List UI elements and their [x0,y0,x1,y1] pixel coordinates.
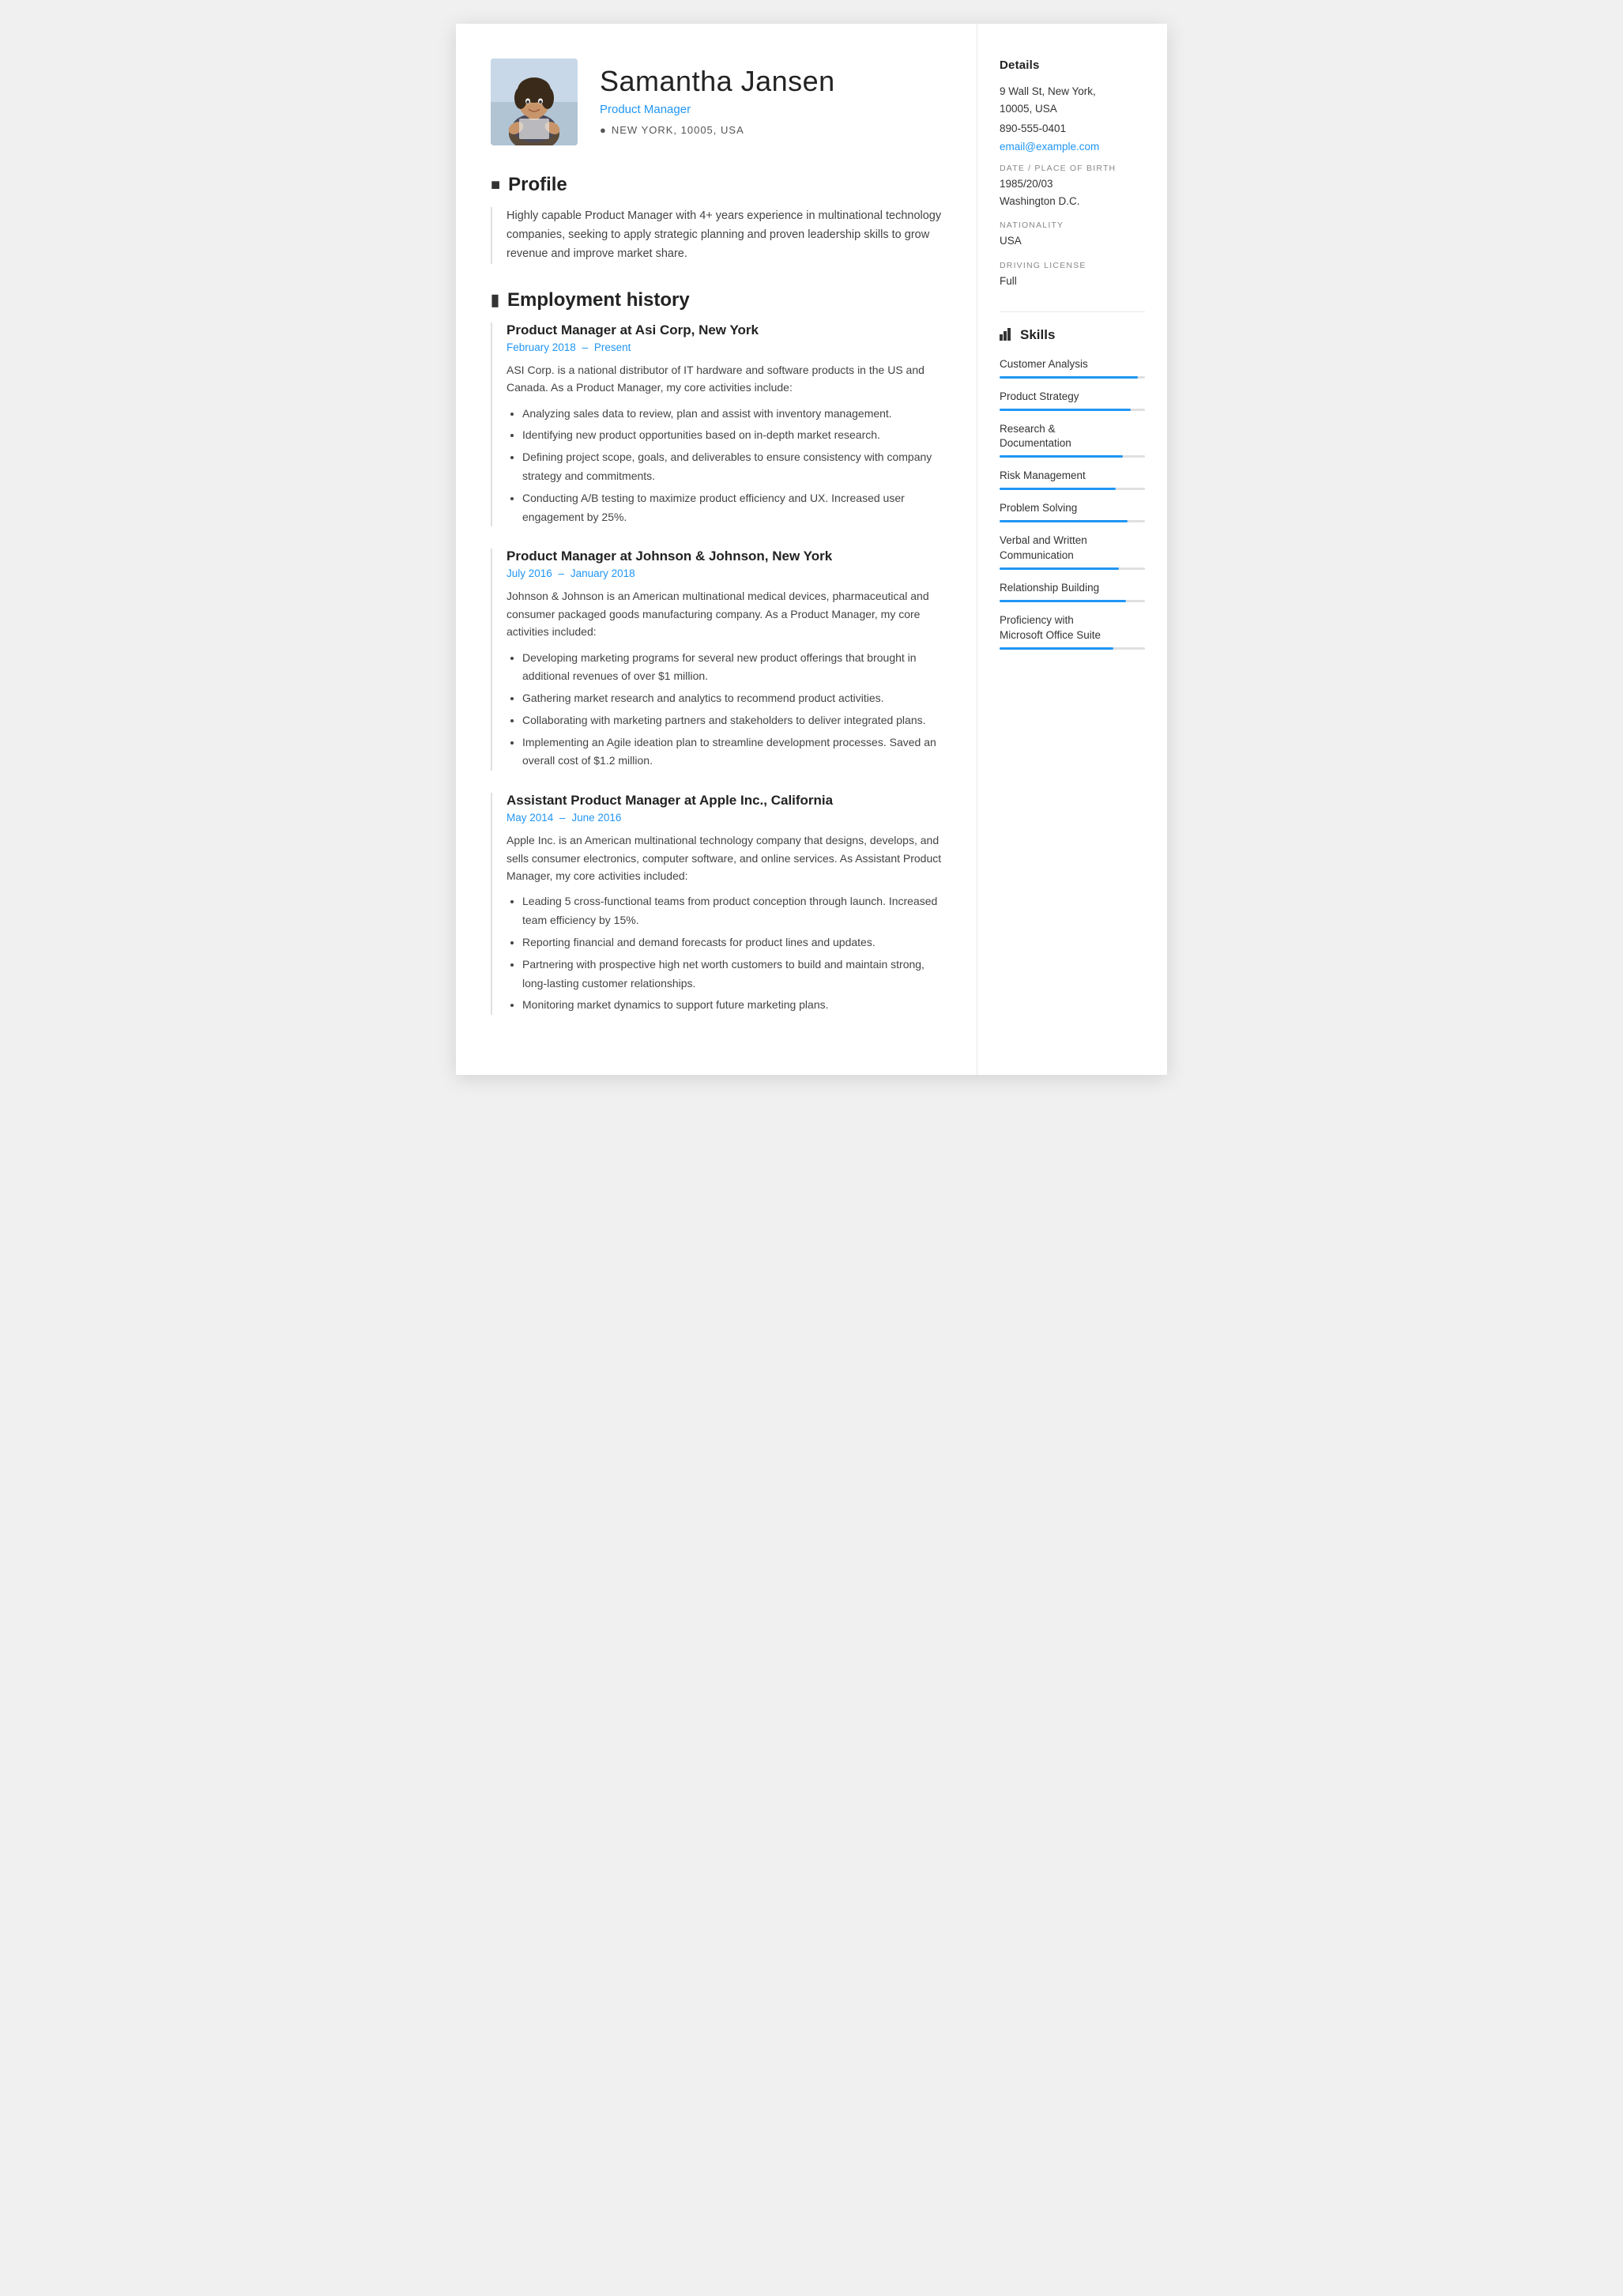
details-title: Details [1000,58,1145,72]
job-item: Product Manager at Johnson & Johnson, Ne… [491,549,942,771]
nationality-label: NATIONALITY [1000,221,1145,230]
skill-item: Research &Documentation [1000,422,1145,458]
skill-name: Research &Documentation [1000,422,1145,452]
job-dates: February 2018 – Present [506,341,942,353]
skill-bar-fill [1000,488,1116,490]
jobs-container: Product Manager at Asi Corp, New York Feb… [491,322,942,1015]
profile-section: ■ Profile Highly capable Product Manager… [491,174,942,264]
job-bullet: Conducting A/B testing to maximize produ… [522,489,942,527]
job-title: Product Manager at Asi Corp, New York [506,322,942,338]
skill-bar-background [1000,567,1145,570]
candidate-location: ● NEW YORK, 10005, USA [600,124,835,136]
skill-name: Problem Solving [1000,501,1145,516]
driving-label: DRIVING LICENSE [1000,261,1145,270]
skill-item: Proficiency withMicrosoft Office Suite [1000,613,1145,650]
job-bullet: Reporting financial and demand forecasts… [522,933,942,952]
skill-item: Risk Management [1000,469,1145,490]
skills-title: Skills [1000,326,1145,345]
skills-section: Skills Customer Analysis Product Strategy… [1000,326,1145,650]
job-bullet: Analyzing sales data to review, plan and… [522,405,942,424]
job-bullet: Collaborating with marketing partners an… [522,711,942,730]
candidate-title: Product Manager [600,103,835,116]
skill-bar-fill [1000,600,1126,602]
skill-name: Proficiency withMicrosoft Office Suite [1000,613,1145,643]
driving-value: Full [1000,273,1145,289]
skills-icon [1000,326,1014,345]
skill-item: Product Strategy [1000,390,1145,411]
job-description: ASI Corp. is a national distributor of I… [506,361,942,397]
skill-bar-background [1000,520,1145,522]
job-title: Assistant Product Manager at Apple Inc.,… [506,793,942,809]
skill-bar-background [1000,455,1145,458]
dob-value: 1985/20/03 [1000,176,1145,192]
job-bullet: Monitoring market dynamics to support fu… [522,996,942,1015]
job-bullet: Developing marketing programs for severa… [522,649,942,687]
skill-item: Relationship Building [1000,581,1145,602]
skill-name: Relationship Building [1000,581,1145,596]
job-bullet: Leading 5 cross-functional teams from pr… [522,892,942,930]
skill-bar-background [1000,488,1145,490]
skill-bar-fill [1000,647,1113,650]
location-icon: ● [600,124,607,136]
detail-address: 9 Wall St, New York,10005, USA [1000,83,1145,117]
skill-item: Verbal and WrittenCommunication [1000,533,1145,570]
skill-bar-fill [1000,567,1119,570]
job-dates: May 2014 – June 2016 [506,812,942,824]
header-info: Samantha Jansen Product Manager ● NEW YO… [600,58,835,136]
dob-place: Washington D.C. [1000,194,1145,209]
header-section: Samantha Jansen Product Manager ● NEW YO… [491,58,942,145]
job-bullets: Analyzing sales data to review, plan and… [506,405,942,527]
skill-name: Customer Analysis [1000,357,1145,372]
sidebar-column: Details 9 Wall St, New York,10005, USA 8… [977,24,1167,1075]
nationality-value: USA [1000,233,1145,249]
skill-name: Product Strategy [1000,390,1145,405]
skill-bar-background [1000,647,1145,650]
skill-bar-fill [1000,520,1128,522]
avatar [491,58,578,145]
skill-bar-background [1000,409,1145,411]
dob-label: DATE / PLACE OF BIRTH [1000,164,1145,173]
skill-bar-background [1000,376,1145,379]
employment-section-title: ▮ Employment history [491,289,942,311]
sidebar-divider [1000,311,1145,312]
detail-phone: 890-555-0401 [1000,120,1145,138]
job-bullet: Defining project scope, goals, and deliv… [522,448,942,486]
profile-icon: ■ [491,176,500,194]
job-item: Product Manager at Asi Corp, New York Feb… [491,322,942,527]
job-bullets: Developing marketing programs for severa… [506,649,942,771]
skill-bar-fill [1000,455,1123,458]
job-bullets: Leading 5 cross-functional teams from pr… [506,892,942,1015]
detail-email: email@example.com [1000,141,1145,153]
job-bullet: Gathering market research and analytics … [522,689,942,708]
main-column: Samantha Jansen Product Manager ● NEW YO… [456,24,977,1075]
skill-name: Risk Management [1000,469,1145,484]
skill-name: Verbal and WrittenCommunication [1000,533,1145,564]
job-item: Assistant Product Manager at Apple Inc.,… [491,793,942,1015]
job-bullet: Partnering with prospective high net wor… [522,956,942,993]
profile-text: Highly capable Product Manager with 4+ y… [491,207,942,264]
details-section: Details 9 Wall St, New York,10005, USA 8… [1000,58,1145,289]
skills-container: Customer Analysis Product Strategy Researc… [1000,357,1145,650]
skill-bar-fill [1000,376,1138,379]
skill-item: Problem Solving [1000,501,1145,522]
candidate-name: Samantha Jansen [600,65,835,98]
profile-section-title: ■ Profile [491,174,942,196]
job-bullet: Implementing an Agile ideation plan to s… [522,733,942,771]
job-dates: July 2016 – January 2018 [506,567,942,579]
job-bullet: Identifying new product opportunities ba… [522,426,942,445]
skill-bar-fill [1000,409,1131,411]
job-description: Johnson & Johnson is an American multina… [506,587,942,640]
skill-item: Customer Analysis [1000,357,1145,379]
job-title: Product Manager at Johnson & Johnson, Ne… [506,549,942,564]
employment-icon: ▮ [491,290,499,310]
resume-document: Samantha Jansen Product Manager ● NEW YO… [456,24,1167,1075]
employment-section: ▮ Employment history Product Manager at … [491,289,942,1015]
skill-bar-background [1000,600,1145,602]
job-description: Apple Inc. is an American multinational … [506,831,942,884]
